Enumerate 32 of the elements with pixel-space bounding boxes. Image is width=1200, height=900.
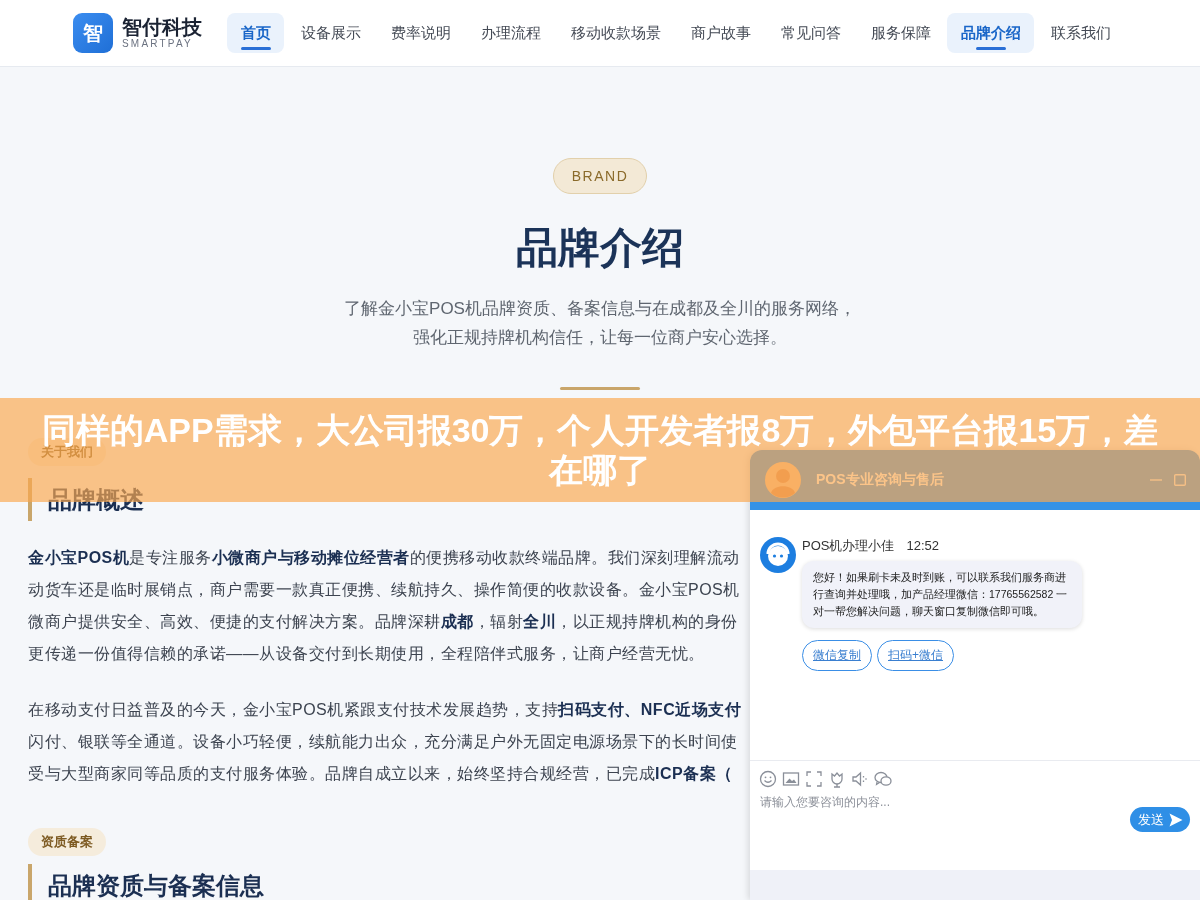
brand-tagline: SMARTPAY: [122, 38, 194, 50]
flower-icon[interactable]: [828, 770, 846, 788]
avatar-icon: [765, 462, 801, 498]
section-tag: 资质备案: [28, 828, 106, 856]
message-bubble: 您好！如果刷卡未及时到账，可以联系我们服务商进行查询并处理哦，加产品经理微信：17765562582 一对一帮您解决问题，聊天窗口复制微信即可哦。: [802, 561, 1082, 628]
brand-name: 智付科技: [122, 16, 202, 38]
nav-link[interactable]: 设备展示: [287, 13, 374, 53]
chat-bubbles-icon[interactable]: [874, 770, 892, 788]
speaker-icon[interactable]: [851, 770, 869, 788]
nav-link[interactable]: 移动收款场景: [557, 13, 674, 53]
brand-badge: BRAND: [552, 158, 648, 194]
page-title: 品牌介绍: [516, 223, 684, 273]
paragraph: 金小宝POS机是专注服务小微商户与移动摊位经营者的便携移动收款终端品牌。我们深刻理解流动 动货车还是临时展销点，商户需要一款真正便携、续航持久、操作简便的收款设备。金小宝POS机 微商户提供安全、高效、便捷的支付解决方案。品牌深耕成都，辐射全川，以正规持牌机构的身份 更传递一份值得信赖的承诺——从设备交付到长期使用，全程陪伴式服务，让商户经营无忧。: [28, 548, 740, 664]
image-icon[interactable]: [782, 770, 800, 788]
message-time: 12:52: [906, 537, 939, 555]
sender-name: POS机办理小佳: [802, 537, 895, 555]
nav-link[interactable]: 费率说明: [377, 13, 464, 53]
send-icon: [1168, 812, 1183, 827]
emoji-icon[interactable]: [759, 770, 777, 788]
nav-link[interactable]: 商户故事: [677, 13, 764, 53]
nav-link[interactable]: 联系我们: [1037, 13, 1124, 53]
page-subtitle: 了解金小宝POS机品牌资质、备案信息与在成都及全川的服务网络， 强化正规持牌机构信任，让每一位商户安心选择。: [344, 298, 856, 349]
nav-link[interactable]: 办理流程: [467, 13, 554, 53]
logo-mark[interactable]: 智: [73, 13, 113, 53]
nav-link[interactable]: 常见问答: [767, 13, 854, 53]
nav-link[interactable]: 服务保障: [857, 13, 944, 53]
agent-avatar-icon: [760, 537, 796, 573]
screenshot-icon[interactable]: [805, 770, 823, 788]
paragraph: 在移动支付日益普及的今天，金小宝POS机紧跟支付技术发展趋势，支持扫码支付、NFC近场支付 闪付、银联等全通道。设备小巧轻便，续航能力出众，充分满足户外无固定电源场景下的长时间使 受与大型商家同等品质的支付服务体验。品牌自成立以来，始终坚持合规经营，已完成ICP备案（: [28, 700, 742, 784]
nav-link[interactable]: 首页: [227, 13, 284, 53]
message-input-field[interactable]: 请输入您要咨询的内容...: [760, 794, 1130, 864]
nav-link[interactable]: 品牌介绍: [947, 13, 1034, 53]
